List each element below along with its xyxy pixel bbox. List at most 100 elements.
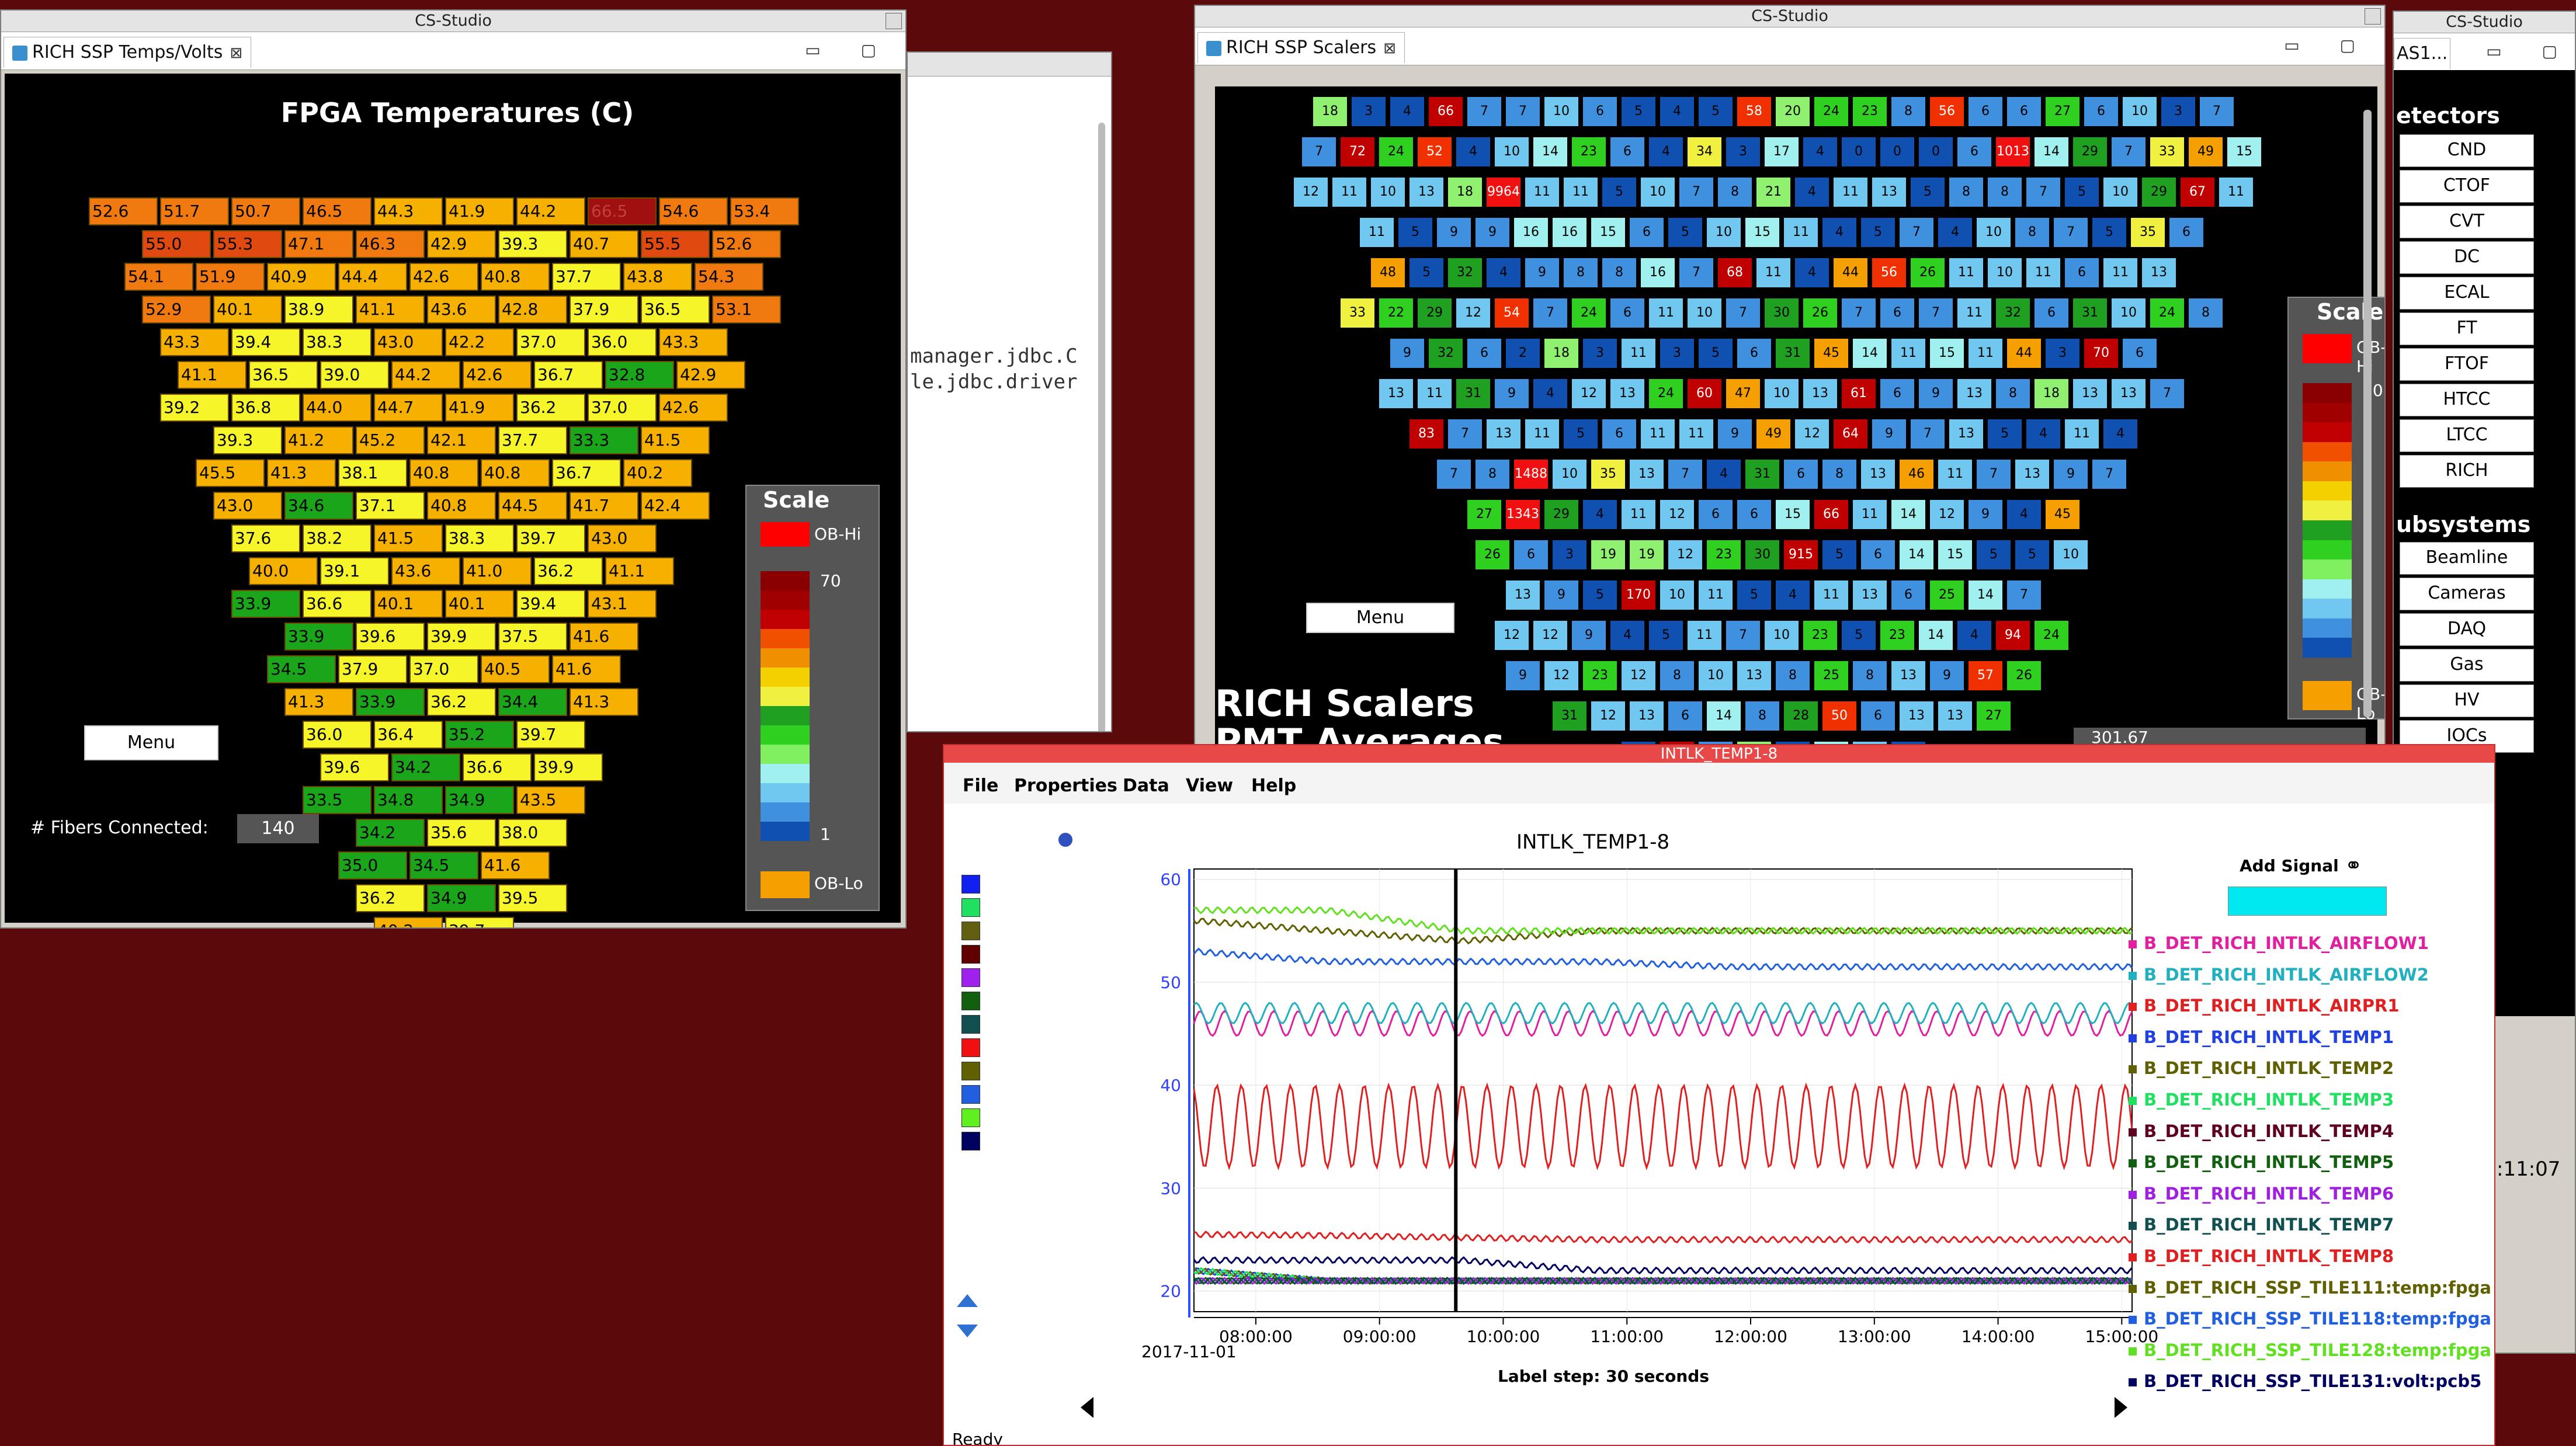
scaler-cell: 4 — [1487, 258, 1520, 287]
scaler-cell: 6 — [1630, 218, 1664, 247]
legend-item[interactable]: B_DET_RICH_INTLK_TEMP8 — [2129, 1246, 2394, 1266]
fibers-value: 140 — [237, 814, 319, 843]
scaler-cell: 49 — [1756, 419, 1790, 449]
scaler-cell: 11 — [1622, 339, 1655, 368]
view-controls[interactable]: ▭ ▢ — [805, 40, 894, 60]
legend-label: B_DET_RICH_INTLK_TEMP1 — [2144, 1027, 2394, 1047]
launcher-button-ftof[interactable]: FTOF — [2400, 348, 2534, 381]
legend-item[interactable]: B_DET_RICH_INTLK_AIRFLOW1 — [2129, 933, 2429, 953]
scroll-right-icon[interactable] — [2115, 1397, 2127, 1418]
fibers-label: # Fibers Connected: — [30, 818, 209, 838]
scaler-cell: 11 — [1957, 298, 1991, 328]
scaler-cell: 68 — [1718, 258, 1752, 287]
scaler-cell: 23 — [1707, 540, 1741, 569]
window-title-bar[interactable]: CS-Studio — [1, 11, 905, 32]
scaler-cell: 13 — [1861, 460, 1895, 489]
launcher-button-ltcc[interactable]: LTCC — [2400, 419, 2534, 452]
view-controls[interactable]: ▭ ▢ — [2284, 36, 2373, 55]
scaler-cell: 8 — [1718, 178, 1752, 207]
scrollbar[interactable] — [2363, 110, 2372, 717]
launcher-button-daq[interactable]: DAQ — [2400, 613, 2534, 646]
scaler-cell: 24 — [2150, 298, 2184, 328]
chart-title: FPGA Temperatures (C) — [280, 97, 634, 128]
temperature-cell: 37.0 — [516, 328, 585, 356]
launcher-button-gas[interactable]: Gas — [2400, 649, 2534, 682]
launcher-button-htcc[interactable]: HTCC — [2400, 384, 2534, 416]
add-signal-label[interactable]: Add Signal — [2240, 856, 2339, 875]
tab-scalers[interactable]: RICH SSP Scalers ⊠ — [1197, 32, 1405, 63]
scaler-cell: 4 — [1938, 218, 1972, 247]
temperature-cell: 40.1 — [445, 590, 514, 618]
scrollbar[interactable] — [1098, 123, 1105, 731]
legend-item[interactable]: B_DET_RICH_INTLK_TEMP5 — [2129, 1152, 2394, 1172]
launcher-button-ecal[interactable]: ECAL — [2400, 277, 2534, 310]
legend-item[interactable]: B_DET_RICH_SSP_TILE111:temp:fpga — [2129, 1278, 2491, 1298]
launcher-button-ctof[interactable]: CTOF — [2400, 170, 2534, 203]
close-tab-icon[interactable]: ⊠ — [230, 44, 242, 62]
legend-item[interactable]: B_DET_RICH_INTLK_AIRPR1 — [2129, 996, 2400, 1016]
maximize-button[interactable] — [2365, 8, 2381, 25]
temperature-cell: 34.5 — [409, 851, 478, 880]
temperature-cell: 38.3 — [445, 524, 514, 552]
legend-item[interactable]: B_DET_RICH_INTLK_TEMP4 — [2129, 1121, 2394, 1141]
legend-item[interactable]: B_DET_RICH_INTLK_TEMP6 — [2129, 1184, 2394, 1204]
add-signal-input[interactable] — [2228, 887, 2387, 916]
tab-launcher[interactable]: AS1... — [2394, 38, 2451, 69]
temperature-cell: 43.1 — [588, 590, 657, 618]
window-title-bar[interactable]: CS-Studio — [2394, 12, 2575, 33]
launcher-button-ft[interactable]: FT — [2400, 312, 2534, 345]
menu-button[interactable]: Menu — [84, 725, 218, 760]
temperature-cell: 41.3 — [570, 688, 638, 716]
launcher-button-cvt[interactable]: CVT — [2400, 206, 2534, 238]
legend-item[interactable]: B_DET_RICH_INTLK_TEMP3 — [2129, 1090, 2394, 1110]
window-title-bar[interactable]: CS-Studio — [1195, 6, 2384, 27]
scaler-cell: 12 — [1622, 661, 1655, 690]
temps-display: FPGA Temperatures (C) 52.6 51.7 50.7 46.5 44… — [5, 74, 901, 927]
legend-item[interactable]: B_DET_RICH_INTLK_TEMP1 — [2129, 1027, 2394, 1047]
scaler-cell: 29 — [2142, 178, 2176, 207]
temperature-cell: 36.7 — [552, 459, 621, 487]
temperature-cell: 43.0 — [588, 524, 657, 552]
launcher-button-hv[interactable]: HV — [2400, 684, 2534, 717]
temperature-cell: 43.0 — [374, 328, 443, 356]
legend-item[interactable]: B_DET_RICH_SSP_TILE118:temp:fpga — [2129, 1309, 2491, 1329]
temperature-cell: 34.8 — [374, 786, 443, 814]
scaler-cell: 6 — [1880, 298, 1914, 328]
launcher-button-cnd[interactable]: CND — [2400, 134, 2534, 167]
launcher-button-dc[interactable]: DC — [2400, 241, 2534, 274]
scaler-cell: 6 — [1699, 500, 1733, 529]
scaler-cell: 7 — [1726, 621, 1760, 650]
tab-temps[interactable]: RICH SSP Temps/Volts ⊠ — [4, 37, 252, 68]
menu-button[interactable]: Menu — [1306, 603, 1454, 633]
temperature-cell: 39.2 — [160, 394, 229, 422]
legend-item[interactable]: B_DET_RICH_SSP_TILE128:temp:fpga — [2129, 1340, 2491, 1360]
launcher-button-cameras[interactable]: Cameras — [2400, 578, 2534, 610]
scaler-cell: 10 — [1765, 621, 1799, 650]
close-tab-icon[interactable]: ⊠ — [1383, 40, 1396, 57]
scaler-cell: 29 — [1544, 500, 1578, 529]
maximize-button[interactable] — [886, 13, 902, 29]
launcher-button-rich[interactable]: RICH — [2400, 455, 2534, 488]
temperature-cell: 52.6 — [712, 230, 781, 258]
legend-item[interactable]: B_DET_RICH_INTLK_AIRFLOW2 — [2129, 965, 2429, 985]
binoculars-icon[interactable]: ⚭ — [2345, 854, 2362, 878]
scaler-cell: 18 — [1448, 178, 1482, 207]
scaler-cell: 11 — [1418, 379, 1452, 408]
temperature-cell: 39.5 — [498, 884, 567, 912]
scroll-left-icon[interactable] — [1081, 1397, 1093, 1418]
legend-item[interactable]: B_DET_RICH_INTLK_TEMP7 — [2129, 1215, 2394, 1235]
temperature-cell: 36.2 — [516, 394, 585, 422]
scaler-cell: 6 — [1969, 97, 2002, 126]
scaler-cell: 14 — [1533, 137, 1567, 166]
temperature-cell: 42.6 — [409, 263, 478, 291]
temps-window: CS-Studio RICH SSP Temps/Volts ⊠ ▭ ▢ FPGA… — [0, 9, 907, 929]
legend-color-icon — [2129, 1159, 2137, 1168]
legend-item[interactable]: B_DET_RICH_INTLK_TEMP2 — [2129, 1058, 2394, 1078]
scaler-cell: 10 — [1707, 218, 1741, 247]
legend-label: B_DET_RICH_SSP_TILE111:temp:fpga — [2144, 1277, 2491, 1298]
view-controls[interactable]: ▭ ▢ — [2486, 41, 2575, 61]
legend-item[interactable]: B_DET_RICH_SSP_TILE131:volt:pcb5 — [2129, 1371, 2481, 1391]
scaler-cell: 8 — [1853, 661, 1887, 690]
temperature-cell: 42.6 — [659, 394, 728, 422]
launcher-button-beamline[interactable]: Beamline — [2400, 542, 2534, 575]
